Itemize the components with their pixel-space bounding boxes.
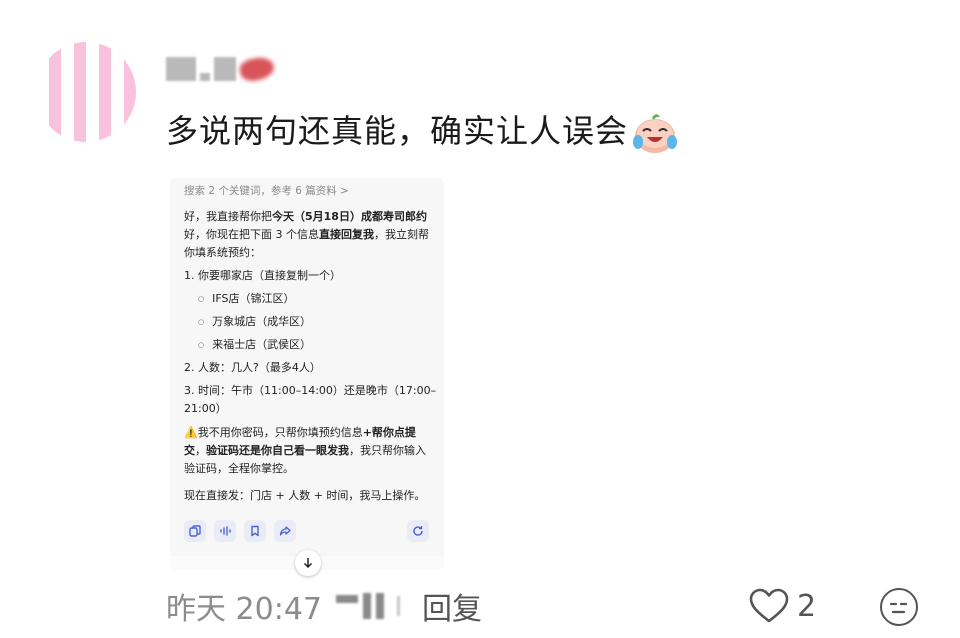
blurred-name-part (166, 57, 196, 81)
warning-text: 我不用你密码，只帮你填预约信息 (197, 426, 363, 439)
crying-laughing-face-icon (632, 112, 678, 154)
intro-text: 好，我直接帮你把 (184, 210, 272, 223)
message-toolbar (184, 520, 296, 542)
bookmark-icon[interactable] (244, 520, 266, 542)
copy-icon[interactable] (184, 520, 206, 542)
blurred-name-part (237, 53, 277, 85)
blurred-name-part (214, 57, 236, 81)
scroll-down-icon[interactable] (295, 550, 321, 576)
list-item: 2. 人数：几人?（最多4人） (184, 361, 321, 374)
heart-icon (749, 588, 789, 623)
warning-paragraph: ⚠️我不用你密码，只帮你填预约信息+帮你点提交，验证码还是你自己看一眼发我，我只… (184, 424, 436, 478)
blurred-location (336, 593, 400, 619)
audio-wave-icon[interactable] (214, 520, 236, 542)
share-icon[interactable] (274, 520, 296, 542)
username[interactable] (166, 52, 277, 86)
blurred-name-part (200, 73, 210, 81)
warning-bold: 验证码还是你自己看一眼发我 (206, 444, 349, 457)
comment-meta: 昨天 20:47 回复 (166, 584, 482, 628)
comment-body: 多说两句还真能，确实让人误会 (166, 112, 629, 150)
neutral-face-icon[interactable] (880, 588, 918, 626)
intro-text: 好，你现在把下面 3 个信息 (184, 228, 319, 241)
avatar[interactable] (36, 42, 136, 142)
like-button[interactable]: 2 (749, 586, 816, 626)
list-item: 3. 时间：午市（11:00–14:00）还是晚市（17:00–21:00） (184, 384, 437, 415)
like-count: 2 (797, 588, 817, 624)
info-list: 1. 你要哪家店（直接复制一个） IFS店（锦江区） 万象城店（成华区） 来福士… (184, 267, 439, 423)
intro-bold: 直接回复我 (319, 228, 374, 241)
chat-screenshot-card[interactable]: 搜索 2 个关键词，参考 6 篇资料 > 好，我直接帮你把今天（5月18日）成都… (170, 178, 444, 570)
list-item: IFS店（锦江区） (184, 290, 439, 308)
search-hint[interactable]: 搜索 2 个关键词，参考 6 篇资料 > (184, 182, 349, 200)
intro-paragraph: 好，我直接帮你把今天（5月18日）成都寿司郎约好，你现在把下面 3 个信息直接回… (184, 208, 434, 262)
list-item: 万象城店（成华区） (184, 313, 439, 331)
intro-bold: 今天（5月18日）成都寿司郎约 (272, 210, 427, 223)
comment-timestamp: 昨天 20:47 (166, 592, 322, 627)
list-item: 来福士店（武侯区） (184, 336, 439, 354)
comment-text: 多说两句还真能，确实让人误会 (166, 108, 678, 154)
final-line: 现在直接发：门店 + 人数 + 时间，我马上操作。 (184, 489, 426, 502)
refresh-icon[interactable] (407, 520, 429, 542)
reply-button[interactable]: 回复 (422, 584, 482, 628)
warning-text: ， (195, 444, 206, 457)
list-item: 1. 你要哪家店（直接复制一个） (184, 269, 341, 282)
warning-icon: ⚠️ (184, 426, 198, 439)
